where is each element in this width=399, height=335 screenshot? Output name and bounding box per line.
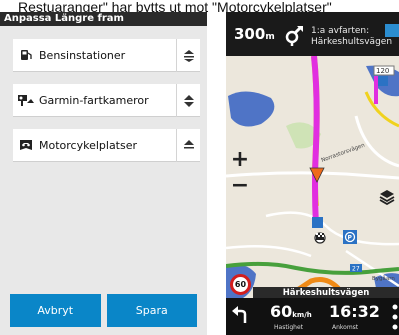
navigation-screen: 300m 1:a avfarten: Härkeshultsvägen 120 … [226,12,399,335]
road-number-label: 120 [376,67,389,75]
poi-item-fuel[interactable]: Bensinstationer [13,39,200,72]
instruction-line-1: 1:a avfarten: [311,26,370,36]
poi-marker [312,217,323,228]
speed-camera-icon [13,84,39,117]
zoom-out-button[interactable]: − [229,175,251,197]
street-label: Bygåarn [372,275,395,282]
save-button[interactable]: Spara [106,294,197,327]
back-arrow-icon[interactable] [230,305,250,327]
menu-dots-icon[interactable] [391,303,399,331]
dialog-buttons: Avbryt Spara [10,294,197,327]
move-up-down-icon[interactable] [176,84,200,117]
arrival-label: Ankomst [332,324,359,331]
next-turn-bar[interactable]: 300m 1:a avfarten: Härkeshultsvägen [226,12,399,56]
poi-marker [378,76,388,86]
fuel-pump-icon [13,39,39,72]
turn-distance: 300m [234,25,275,43]
speed-label: Hastighet [274,324,303,331]
screen-title: Anpassa Längre fram [0,12,207,26]
poi-item-speed-camera[interactable]: Garmin-fartkameror [13,84,200,117]
poi-item-motorcycle[interactable]: Motorcykelplatser [13,129,200,162]
move-up-down-icon[interactable] [176,39,200,72]
trip-info-bar: 60km/h Hastighet 16:32 Ankomst [226,298,399,335]
current-speed: 60km/h [270,302,312,321]
road-number-label: 27 [352,266,360,273]
layers-icon[interactable] [379,189,395,205]
route-line [311,56,320,227]
speed-limit-sign: 60 [230,274,251,295]
arrival-time: 16:32 [329,302,380,321]
svg-text:P: P [348,235,353,242]
motorcycle-spot-icon [13,129,39,162]
instruction-line-2: Härkeshultsvägen [311,37,393,47]
roundabout-turn-icon [285,25,303,46]
customize-ahead-screen: Anpassa Längre fram Bensinstationer Garm… [0,12,207,335]
zoom-in-button[interactable]: + [229,149,251,171]
cancel-button[interactable]: Avbryt [10,294,101,327]
move-up-icon[interactable] [176,129,200,162]
camera-icon [385,24,399,37]
poi-category-list: Bensinstationer Garmin-fartkameror Motor… [0,26,207,162]
